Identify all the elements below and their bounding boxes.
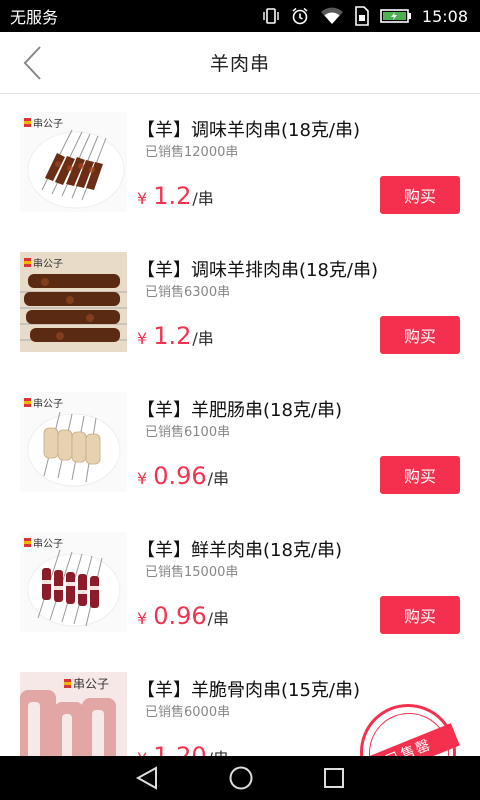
product-title[interactable]: 【羊】调味羊排肉串(18克/串) bbox=[137, 256, 378, 282]
circle-home-icon[interactable] bbox=[228, 765, 254, 791]
brand-logo: 串公子 bbox=[24, 395, 63, 410]
product-item[interactable]: 串公子 【羊】羊脆骨肉串(15克/串) 已销售6000串 ¥ 1.20 /串 已… bbox=[0, 654, 480, 756]
brand-logo: 串公子 bbox=[24, 535, 63, 550]
price-value: 0.96 bbox=[153, 462, 207, 490]
product-title[interactable]: 【羊】羊脆骨肉串(15克/串) bbox=[137, 676, 360, 702]
product-item[interactable]: 串公子 【羊】羊肥肠串(18克/串) 已销售6100串 ¥ 0.96 /串 购买 bbox=[0, 374, 480, 514]
product-list[interactable]: 串公子 【羊】调味羊肉串(18克/串) 已销售12000串 ¥ 1.2 /串 购… bbox=[0, 94, 480, 756]
price-unit: /串 bbox=[192, 329, 214, 348]
currency-symbol: ¥ bbox=[137, 749, 147, 756]
price-unit: /串 bbox=[208, 745, 229, 756]
status-icons: 15:08 bbox=[262, 6, 468, 26]
brand-logo: 串公子 bbox=[24, 115, 63, 130]
wifi-icon bbox=[320, 7, 343, 24]
product-image[interactable]: 串公子 bbox=[20, 672, 127, 756]
price-unit: /串 bbox=[192, 189, 214, 208]
price-unit: /串 bbox=[207, 609, 230, 628]
product-title[interactable]: 【羊】调味羊肉串(18克/串) bbox=[137, 116, 360, 142]
product-image[interactable]: 串公子 bbox=[20, 532, 127, 632]
sales-count: 已销售12000串 bbox=[145, 145, 239, 160]
vibrate-icon bbox=[263, 8, 279, 24]
product-item[interactable]: 串公子 【羊】鲜羊肉串(18克/串) 已销售15000串 ¥ 0.96 /串 购… bbox=[0, 514, 480, 654]
price: ¥ 0.96 /串 bbox=[137, 602, 229, 630]
price: ¥ 1.2 /串 bbox=[137, 322, 214, 350]
product-image[interactable]: 串公子 bbox=[20, 392, 127, 492]
buy-button[interactable]: 购买 bbox=[380, 456, 460, 494]
sales-count: 已销售6000串 bbox=[145, 705, 231, 720]
battery-icon bbox=[380, 9, 411, 23]
price: ¥ 1.20 /串 bbox=[137, 742, 229, 756]
sales-count: 已销售6100串 bbox=[145, 425, 231, 440]
product-title[interactable]: 【羊】羊肥肠串(18克/串) bbox=[137, 396, 342, 422]
buy-button[interactable]: 购买 bbox=[380, 176, 460, 214]
price: ¥ 0.96 /串 bbox=[137, 462, 229, 490]
sold-out-label: 已售罄 bbox=[358, 723, 460, 756]
brand-logo: 串公子 bbox=[64, 675, 109, 692]
buy-button[interactable]: 购买 bbox=[380, 316, 460, 354]
sales-count: 已销售6300串 bbox=[145, 285, 231, 300]
back-button[interactable] bbox=[16, 44, 48, 82]
product-item[interactable]: 串公子 【羊】调味羊肉串(18克/串) 已销售12000串 ¥ 1.2 /串 购… bbox=[0, 94, 480, 234]
sold-out-stamp: 已售罄 bbox=[358, 704, 460, 756]
buy-button[interactable]: 购买 bbox=[380, 596, 460, 634]
square-recent-icon[interactable] bbox=[322, 766, 346, 790]
sales-count: 已销售15000串 bbox=[145, 565, 239, 580]
product-title[interactable]: 【羊】鲜羊肉串(18克/串) bbox=[137, 536, 342, 562]
price-value: 1.20 bbox=[153, 742, 207, 756]
price: ¥ 1.2 /串 bbox=[137, 182, 214, 210]
system-nav-bar bbox=[0, 756, 480, 800]
currency-symbol: ¥ bbox=[137, 469, 148, 488]
status-bar: 无服务 15:08 bbox=[0, 0, 480, 32]
carrier-label: 无服务 bbox=[10, 8, 59, 27]
nav-bar: 羊肉串 bbox=[0, 32, 480, 94]
clock: 15:08 bbox=[421, 6, 468, 26]
alarm-icon bbox=[292, 7, 308, 25]
brand-logo: 串公子 bbox=[24, 255, 63, 270]
price-value: 0.96 bbox=[153, 602, 207, 630]
price-unit: /串 bbox=[207, 469, 230, 488]
chevron-left-icon bbox=[23, 46, 41, 80]
product-image[interactable]: 串公子 bbox=[20, 112, 127, 212]
currency-symbol: ¥ bbox=[137, 329, 148, 348]
sim-icon bbox=[355, 6, 369, 26]
product-image[interactable]: 串公子 bbox=[20, 252, 127, 352]
triangle-back-icon[interactable] bbox=[134, 766, 160, 790]
price-value: 1.2 bbox=[153, 182, 192, 210]
price-value: 1.2 bbox=[153, 322, 192, 350]
currency-symbol: ¥ bbox=[137, 189, 148, 208]
page-title: 羊肉串 bbox=[209, 53, 270, 75]
currency-symbol: ¥ bbox=[137, 609, 148, 628]
product-item[interactable]: 串公子 【羊】调味羊排肉串(18克/串) 已销售6300串 ¥ 1.2 /串 购… bbox=[0, 234, 480, 374]
